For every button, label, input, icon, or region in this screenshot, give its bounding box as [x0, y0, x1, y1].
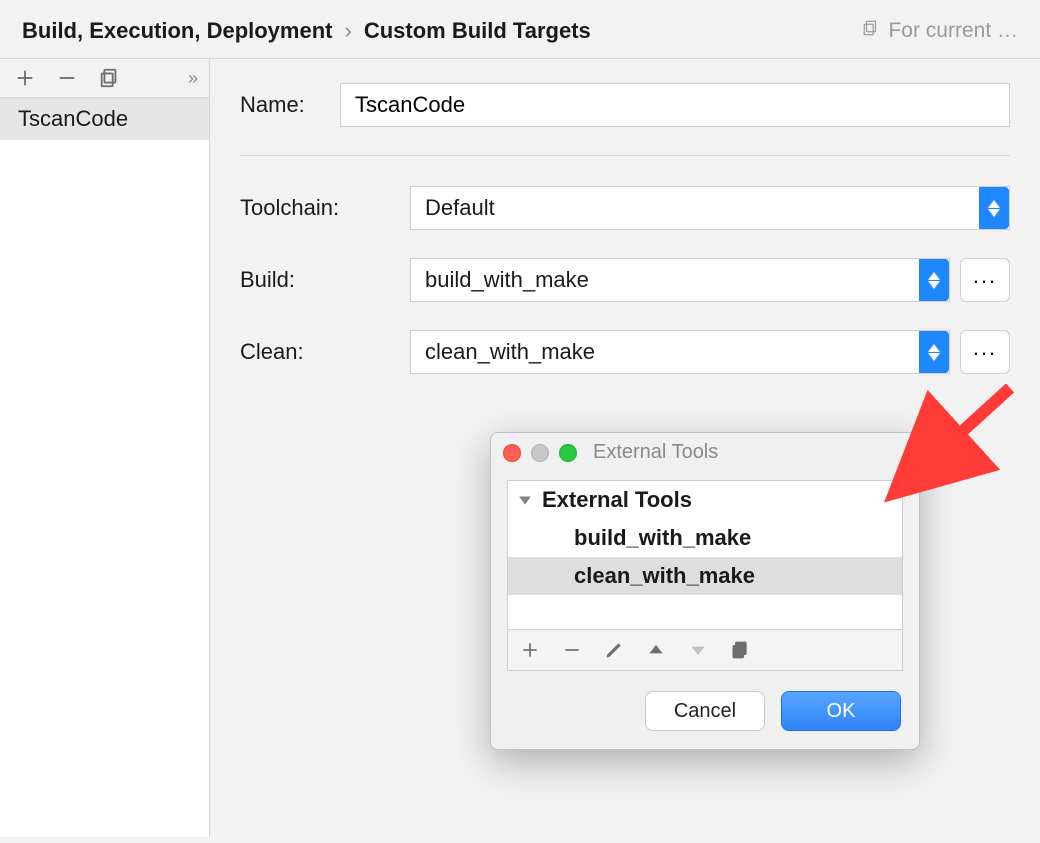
tree-root-label: External Tools [542, 487, 692, 513]
sidebar-item-tscancode[interactable]: TscanCode [0, 98, 209, 140]
tree-root[interactable]: External Tools [508, 481, 902, 519]
build-row: Build: build_with_make ... [240, 258, 1010, 302]
tree-empty-space [508, 595, 902, 629]
stepper-arrows-icon [919, 259, 949, 301]
add-icon[interactable] [520, 640, 540, 660]
external-tools-dialog: External Tools External Tools build_with… [490, 432, 920, 750]
clean-label: Clean: [240, 339, 410, 365]
tree-item-label: build_with_make [574, 525, 751, 551]
stepper-arrows-icon [979, 187, 1009, 229]
breadcrumb: Build, Execution, Deployment › Custom Bu… [22, 18, 591, 44]
add-icon[interactable] [14, 67, 36, 89]
move-up-icon[interactable] [646, 640, 666, 660]
dialog-toolbar [507, 630, 903, 671]
tree-item-build-with-make[interactable]: build_with_make [508, 519, 902, 557]
edit-icon[interactable] [604, 640, 624, 660]
sidebar-toolbar: » [0, 59, 209, 98]
stepper-arrows-icon [919, 331, 949, 373]
clean-combo[interactable]: clean_with_make [410, 330, 950, 374]
scope-label: For current … [888, 19, 1018, 43]
copy-icon[interactable] [98, 67, 120, 89]
name-label: Name: [240, 92, 340, 118]
remove-icon[interactable] [562, 640, 582, 660]
toolchain-label: Toolchain: [240, 195, 410, 221]
chevron-down-icon [518, 487, 532, 513]
dialog-title: External Tools [593, 441, 718, 464]
name-input[interactable] [340, 83, 1010, 127]
traffic-light-close-icon[interactable] [503, 444, 521, 462]
breadcrumb-level-1[interactable]: Build, Execution, Deployment [22, 18, 332, 44]
move-down-icon [688, 640, 708, 660]
breadcrumb-level-2: Custom Build Targets [364, 18, 591, 44]
breadcrumb-separator-icon: › [344, 18, 351, 44]
copy-icon[interactable] [730, 640, 750, 660]
clean-value: clean_with_make [425, 339, 595, 365]
tools-tree: External Tools build_with_make clean_wit… [507, 480, 903, 630]
name-row: Name: [240, 83, 1010, 127]
targets-sidebar: » TscanCode [0, 59, 210, 837]
ok-button[interactable]: OK [781, 691, 901, 731]
expand-icon[interactable]: » [188, 68, 195, 89]
traffic-light-minimize-icon [531, 444, 549, 462]
divider [240, 155, 1010, 156]
toolchain-value: Default [425, 195, 495, 221]
cancel-button[interactable]: Cancel [645, 691, 765, 731]
tree-item-label: clean_with_make [574, 563, 755, 589]
traffic-light-zoom-icon[interactable] [559, 444, 577, 462]
tree-item-clean-with-make[interactable]: clean_with_make [508, 557, 902, 595]
build-combo[interactable]: build_with_make [410, 258, 950, 302]
remove-icon[interactable] [56, 67, 78, 89]
scope-indicator: For current … [862, 19, 1018, 43]
build-value: build_with_make [425, 267, 589, 293]
build-browse-button[interactable]: ... [960, 258, 1010, 302]
toolchain-combo[interactable]: Default [410, 186, 1010, 230]
toolchain-row: Toolchain: Default [240, 186, 1010, 230]
clean-browse-button[interactable]: ... [960, 330, 1010, 374]
clean-row: Clean: clean_with_make ... [240, 330, 1010, 374]
settings-breadcrumb-header: Build, Execution, Deployment › Custom Bu… [0, 0, 1040, 58]
build-label: Build: [240, 267, 410, 293]
dialog-titlebar: External Tools [491, 433, 919, 472]
dialog-buttons: Cancel OK [491, 671, 919, 749]
copy-icon [862, 19, 880, 43]
